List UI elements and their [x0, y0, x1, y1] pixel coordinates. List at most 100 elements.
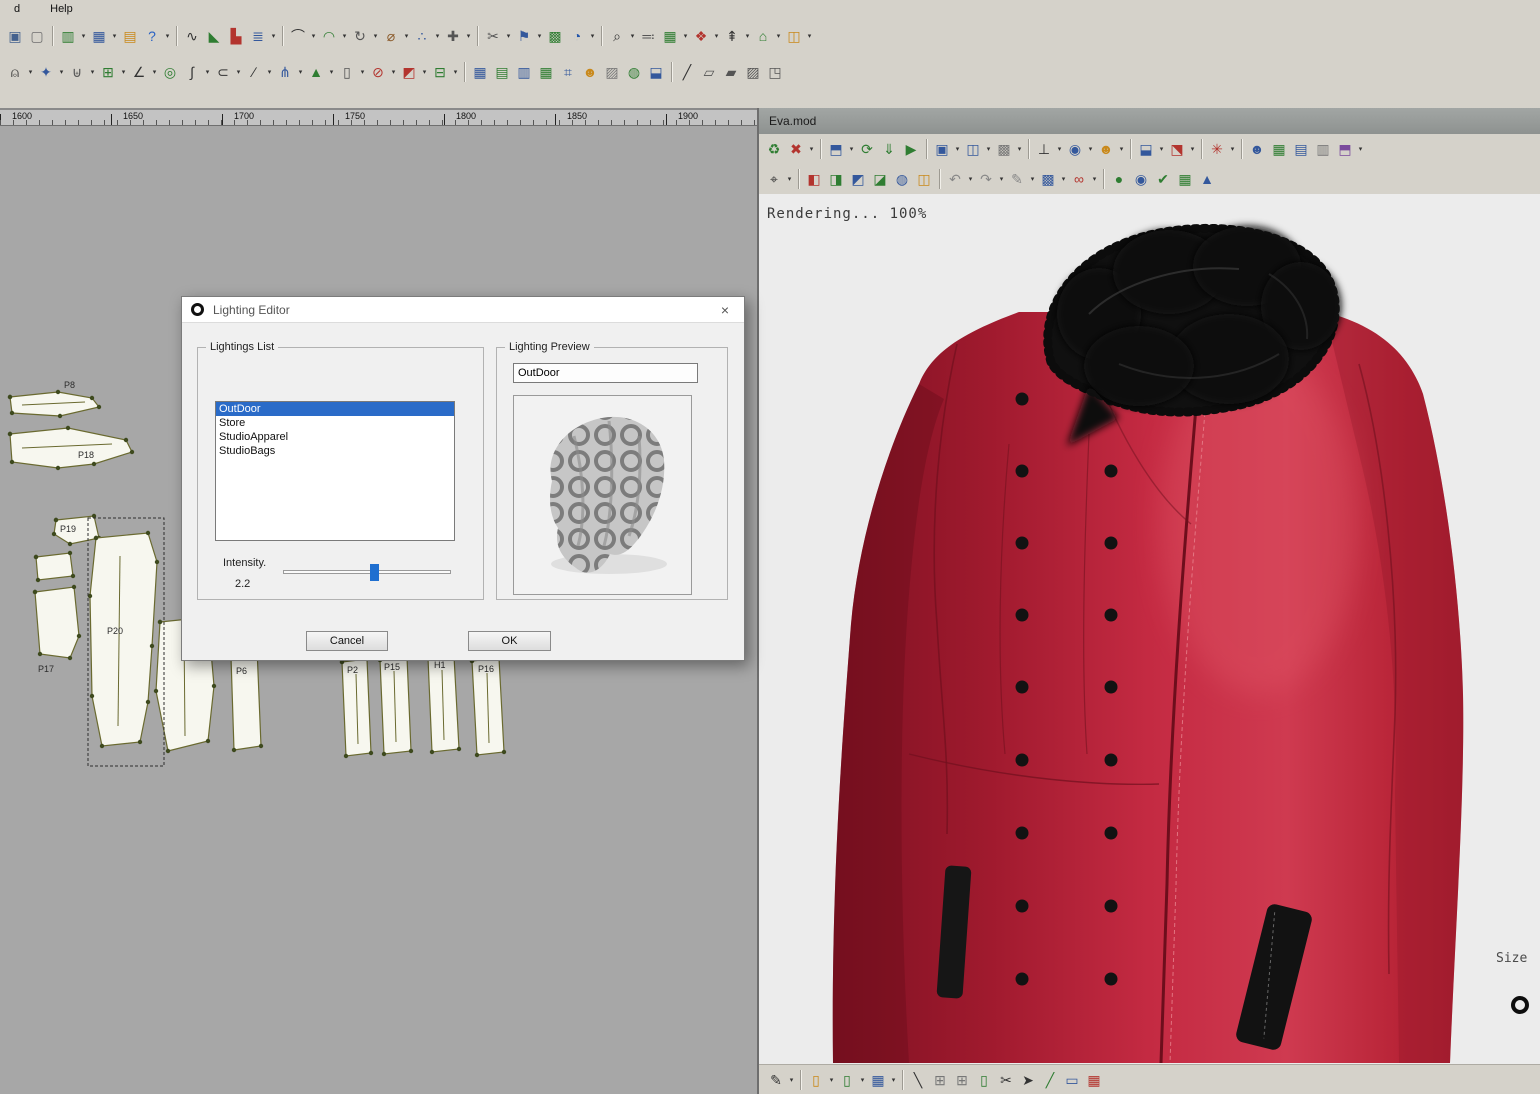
cube-blue-icon[interactable]: ◩ — [847, 168, 869, 190]
close-icon[interactable]: × — [716, 301, 734, 319]
flag-tool-dropdown-icon[interactable]: ▾ — [535, 32, 544, 40]
refresh-icon[interactable]: ⟳ — [856, 138, 878, 160]
sheet-a-icon[interactable]: ▱ — [698, 61, 720, 83]
table-view-icon[interactable]: ▦ — [867, 1069, 889, 1091]
menu-item-d[interactable]: d — [10, 2, 24, 16]
rule-table-icon[interactable]: ▤ — [491, 61, 513, 83]
join-tool-dropdown-icon[interactable]: ▾ — [88, 68, 97, 76]
lightings-listbox[interactable]: OutDoorStoreStudioApparelStudioBags — [215, 401, 455, 541]
grid-small-b-icon[interactable]: ⊞ — [951, 1069, 973, 1091]
menu-item-help[interactable]: Help — [46, 2, 77, 16]
fill-tool-dropdown-icon[interactable]: ▾ — [420, 68, 429, 76]
measure-tool-dropdown-icon[interactable]: ▾ — [402, 32, 411, 40]
line-tool-dropdown-icon[interactable]: ▾ — [265, 68, 274, 76]
c-curve-tool-icon[interactable]: ⊂ — [212, 61, 234, 83]
display-settings-icon[interactable]: ⬒ — [1334, 138, 1356, 160]
cabinet-tool-dropdown-icon[interactable]: ▾ — [681, 32, 690, 40]
cancel-button[interactable]: Cancel — [306, 631, 388, 651]
panel-tool-dropdown-icon[interactable]: ▾ — [358, 68, 367, 76]
explode-view-dropdown-icon[interactable]: ▾ — [1228, 145, 1237, 153]
stamp-tool-icon[interactable]: ▭ — [1061, 1069, 1083, 1091]
chart-tool-icon[interactable]: ▙ — [225, 25, 247, 47]
snapshot-icon[interactable]: ⬒ — [825, 138, 847, 160]
paste-icon[interactable]: ▢ — [26, 25, 48, 47]
box-tool-dropdown-icon[interactable]: ▾ — [805, 32, 814, 40]
lift-tool-dropdown-icon[interactable]: ▾ — [743, 32, 752, 40]
pen-edit-dropdown-icon[interactable]: ▾ — [1028, 175, 1037, 183]
dice-view-icon[interactable]: ▩ — [993, 138, 1015, 160]
grid-remove-tool-icon[interactable]: ⊟ — [429, 61, 451, 83]
intensity-slider-handle[interactable] — [370, 564, 379, 581]
fill-tool-icon[interactable]: ◩ — [398, 61, 420, 83]
snapshot-dropdown-icon[interactable]: ▾ — [847, 145, 856, 153]
circle-select-tool-icon[interactable]: ◎ — [159, 61, 181, 83]
join-tool-icon[interactable]: ⊎ — [66, 61, 88, 83]
pattern-fill-dropdown-icon[interactable]: ▾ — [1059, 175, 1068, 183]
spreadsheet-icon[interactable]: ▤ — [119, 25, 141, 47]
texture-grid-b-icon[interactable]: ▤ — [1290, 138, 1312, 160]
align-columns-icon[interactable]: ≣ — [247, 25, 269, 47]
link-parts-icon[interactable]: ∞ — [1068, 168, 1090, 190]
apply-check-icon[interactable]: ✔ — [1152, 168, 1174, 190]
film-frame-dropdown-icon[interactable]: ▾ — [953, 145, 962, 153]
search-tool-icon[interactable]: ⌕ — [606, 25, 628, 47]
panel-tool-icon[interactable]: ▯ — [336, 61, 358, 83]
flag-tool-icon[interactable]: ⚑ — [513, 25, 535, 47]
package-icon[interactable]: ◫ — [913, 168, 935, 190]
marquee-select-dropdown-icon[interactable]: ▾ — [785, 175, 794, 183]
marquee-select-icon[interactable]: ⌖ — [763, 168, 785, 190]
import-table-dropdown-icon[interactable]: ▾ — [79, 32, 88, 40]
grid-add-tool-dropdown-icon[interactable]: ▾ — [119, 68, 128, 76]
copy-icon[interactable]: ▣ — [4, 25, 26, 47]
pleat-tool-icon[interactable]: ⋔ — [274, 61, 296, 83]
ellipse-tool-icon[interactable]: ◠ — [318, 25, 340, 47]
dice-view-dropdown-icon[interactable]: ▾ — [1015, 145, 1024, 153]
intensity-slider[interactable] — [283, 570, 451, 574]
help-icon[interactable]: ? — [141, 25, 163, 47]
avatar-list-icon[interactable]: ☻ — [1246, 138, 1268, 160]
home-tool-icon[interactable]: ⌂ — [752, 25, 774, 47]
laptop-view-icon[interactable]: ⬓ — [1135, 138, 1157, 160]
explode-view-icon[interactable]: ✳ — [1206, 138, 1228, 160]
window-tool-icon[interactable]: ❖ — [690, 25, 712, 47]
rotate-tool-dropdown-icon[interactable]: ▾ — [371, 32, 380, 40]
node-tool-icon[interactable]: ✦ — [35, 61, 57, 83]
notch-tool-dropdown-icon[interactable]: ▾ — [389, 68, 398, 76]
avatar-pair-dropdown-icon[interactable]: ▾ — [1117, 145, 1126, 153]
cursor-arrow-icon[interactable]: ➤ — [1017, 1069, 1039, 1091]
calculator-icon[interactable]: ⌗ — [557, 61, 579, 83]
add-point-dropdown-icon[interactable]: ▾ — [464, 32, 473, 40]
points-tool-icon[interactable]: ∴ — [411, 25, 433, 47]
arc-tool-icon[interactable]: ⌒ — [287, 25, 309, 47]
screen-cast-icon[interactable]: ⬔ — [1166, 138, 1188, 160]
link-parts-dropdown-icon[interactable]: ▾ — [1090, 175, 1099, 183]
box-green-icon[interactable]: ◨ — [825, 168, 847, 190]
import-table-icon[interactable]: ▥ — [57, 25, 79, 47]
lift-tool-icon[interactable]: ⇞ — [721, 25, 743, 47]
swatch-red-icon[interactable]: ▦ — [1083, 1069, 1105, 1091]
curve-tool-icon[interactable]: ∿ — [181, 25, 203, 47]
pen-edit-icon[interactable]: ✎ — [1006, 168, 1028, 190]
sheet-b-icon[interactable]: ▰ — [720, 61, 742, 83]
timer-tool-dropdown-icon[interactable]: ▾ — [588, 32, 597, 40]
anchor-tool-dropdown-icon[interactable]: ▾ — [26, 68, 35, 76]
grade-table-icon[interactable]: ▥ — [513, 61, 535, 83]
film-frame-icon[interactable]: ▣ — [931, 138, 953, 160]
bench-tool-icon[interactable]: ≕ — [637, 25, 659, 47]
arc-tool-dropdown-icon[interactable]: ▾ — [309, 32, 318, 40]
fabric-swatch-icon[interactable]: ▨ — [601, 61, 623, 83]
page-orange-icon[interactable]: ▯ — [805, 1069, 827, 1091]
corner-sheet-icon[interactable]: ◳ — [764, 61, 786, 83]
line-tool-icon[interactable]: ∕ — [243, 61, 265, 83]
texture-grid-a-icon[interactable]: ▦ — [1268, 138, 1290, 160]
box-red-icon[interactable]: ◧ — [803, 168, 825, 190]
add-point-icon[interactable]: ✚ — [442, 25, 464, 47]
texture-grid-c-icon[interactable]: ▥ — [1312, 138, 1334, 160]
render-viewport[interactable]: Rendering... 100% Size — [759, 194, 1540, 1064]
dart-tool-icon[interactable]: ▲ — [305, 61, 327, 83]
ellipse-tool-dropdown-icon[interactable]: ▾ — [340, 32, 349, 40]
draw-line-icon[interactable]: ✎ — [765, 1069, 787, 1091]
points-tool-dropdown-icon[interactable]: ▾ — [433, 32, 442, 40]
cube-view-icon[interactable]: ◫ — [962, 138, 984, 160]
s-curve-tool-icon[interactable]: ∫ — [181, 61, 203, 83]
